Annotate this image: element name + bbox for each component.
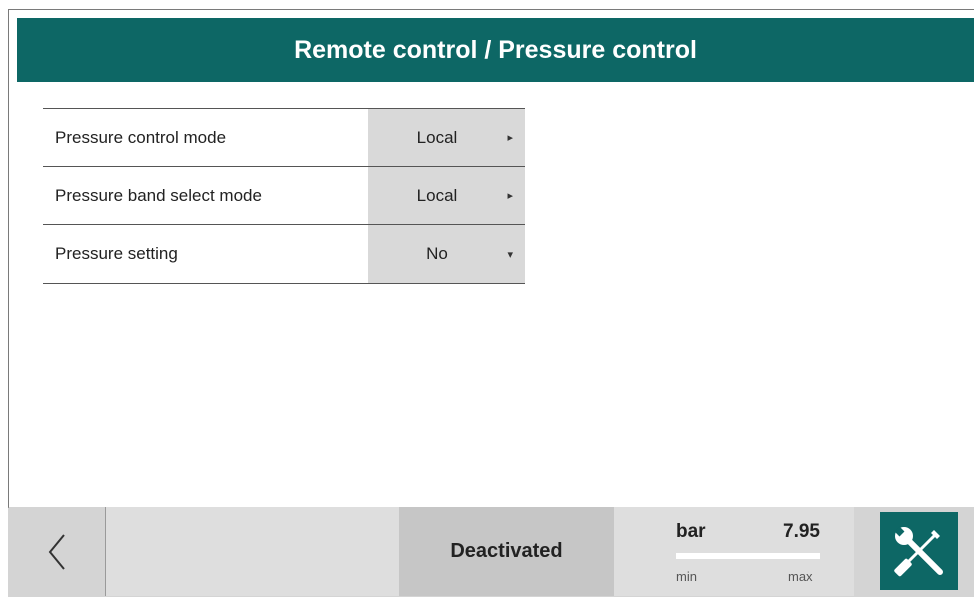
wrench-screwdriver-icon [894, 526, 943, 577]
setting-value: No [426, 244, 448, 263]
page-title: Remote control / Pressure control [294, 35, 697, 64]
setting-value-dropdown[interactable]: No ▾ [368, 225, 525, 283]
gauge-bar [676, 553, 820, 559]
setting-row-pressure-band-select-mode: Pressure band select mode Local ▸ [43, 166, 525, 224]
caret-right-icon: ▸ [507, 132, 513, 144]
chevron-left-icon [48, 533, 65, 570]
setting-row-pressure-control-mode: Pressure control mode Local ▸ [43, 108, 525, 166]
gauge-value: 7.95 [783, 521, 820, 542]
settings-table: Pressure control mode Local ▸ Pressure b… [43, 108, 525, 284]
gauge-max-label: max [788, 569, 813, 584]
setting-value-button[interactable]: Local ▸ [368, 167, 525, 224]
status-panel: Deactivated [399, 507, 614, 596]
page-title-bar: Remote control / Pressure control [17, 18, 974, 82]
setting-label: Pressure control mode [55, 128, 227, 147]
footer-spacer [106, 507, 399, 596]
setting-label: Pressure setting [55, 244, 178, 263]
service-tools-button[interactable] [880, 512, 958, 590]
gauge-unit: bar [676, 521, 706, 542]
pressure-gauge: bar 7.95 min max [614, 507, 854, 596]
status-text: Deactivated [450, 540, 563, 562]
back-button[interactable] [9, 507, 106, 596]
gauge-min-label: min [676, 569, 697, 584]
caret-down-icon: ▾ [507, 248, 513, 261]
setting-value: Local [416, 185, 458, 205]
setting-label: Pressure band select mode [55, 186, 262, 205]
setting-value-button[interactable]: Local ▸ [368, 109, 525, 166]
caret-right-icon: ▸ [507, 190, 513, 202]
setting-row-pressure-setting: Pressure setting No ▾ [43, 224, 525, 284]
setting-value: Local [416, 127, 458, 147]
